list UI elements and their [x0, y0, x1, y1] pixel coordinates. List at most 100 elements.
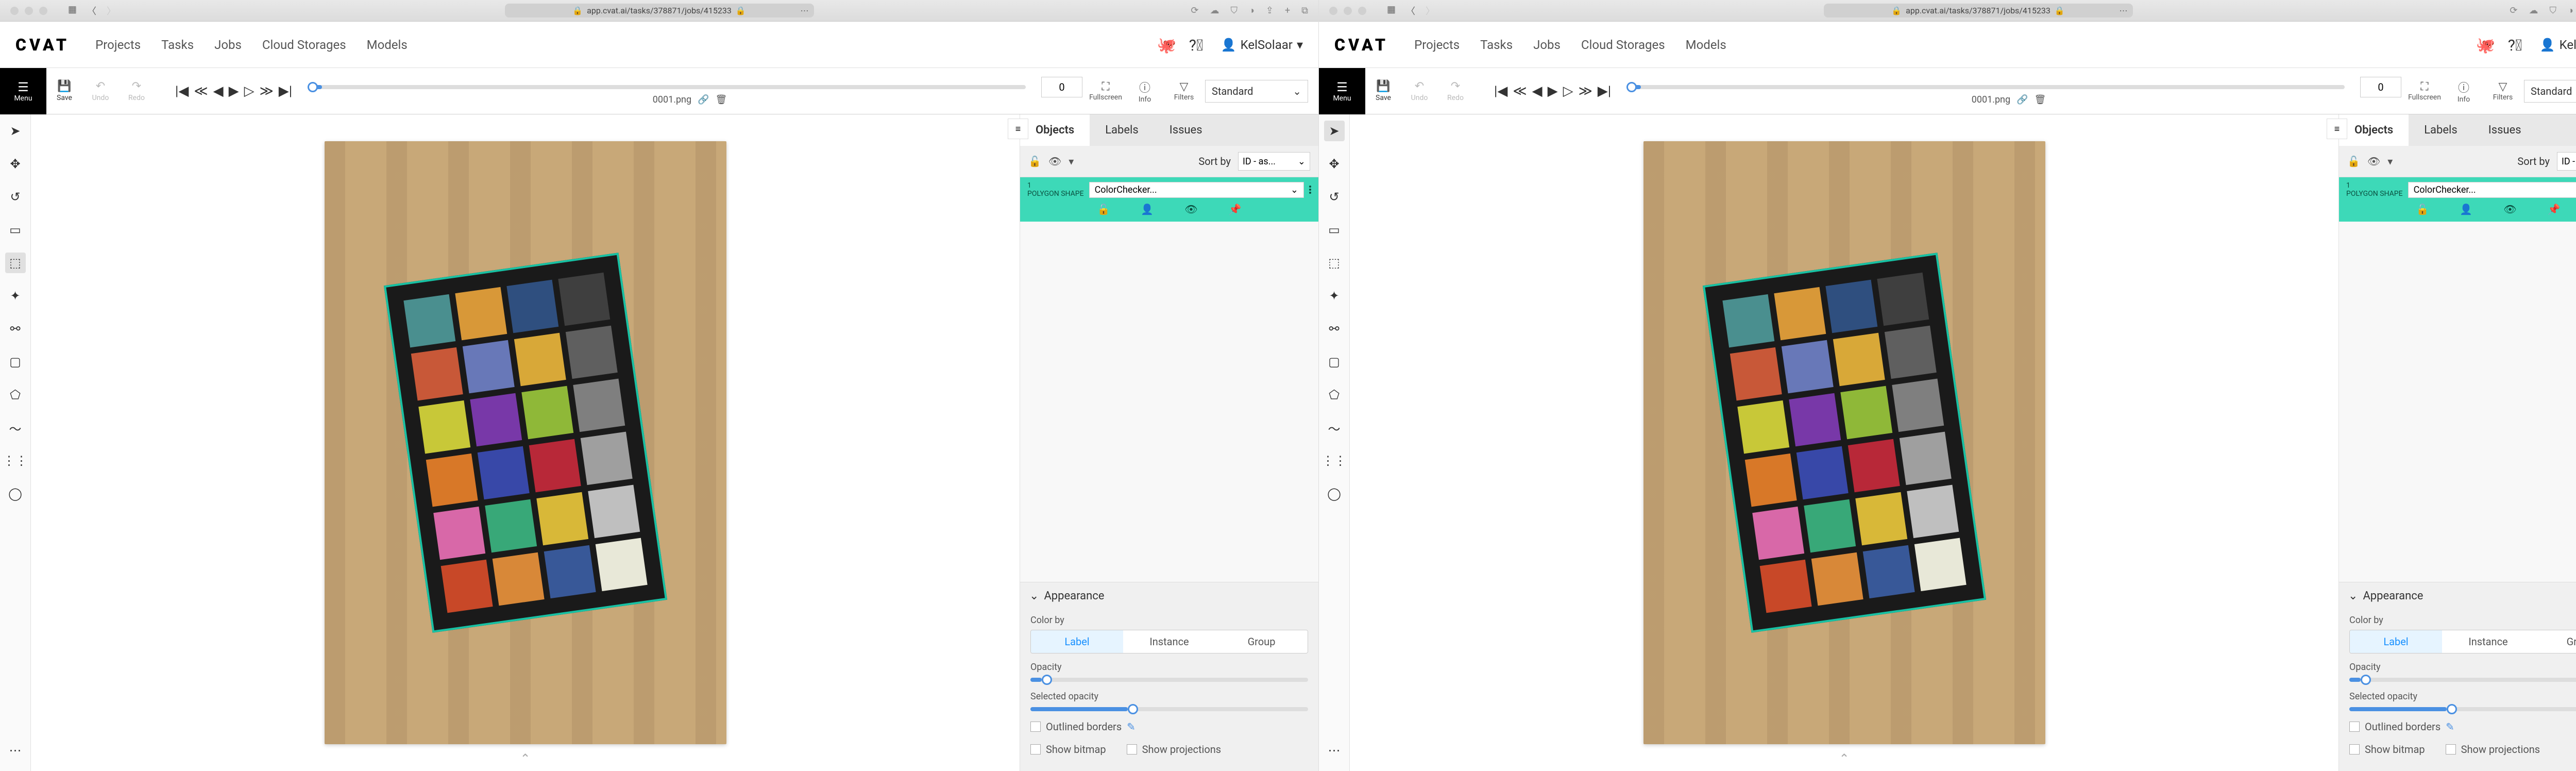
sidebar-collapse-icon[interactable]: ≡: [2327, 119, 2347, 139]
play-icon[interactable]: ▶: [1548, 83, 1558, 99]
github-icon[interactable]: 🐙: [2476, 37, 2493, 53]
fullscreen-button[interactable]: ⛶Fullscreen: [1088, 80, 1124, 102]
workspace-select[interactable]: Standard⌄: [2524, 80, 2576, 103]
more-tool[interactable]: ⋯: [1324, 740, 1345, 761]
more-tool[interactable]: ⋯: [5, 740, 26, 761]
polygon-tool[interactable]: ⬠: [1324, 384, 1345, 405]
polygon-tool[interactable]: ⬠: [5, 384, 26, 405]
color-by-group[interactable]: Group: [2534, 630, 2576, 653]
obj-pin-icon[interactable]: 📌: [1229, 203, 1242, 215]
tabs-icon[interactable]: ⧉: [1301, 5, 1308, 16]
tab-objects[interactable]: Objects: [1020, 114, 1090, 146]
object-label-select[interactable]: ColorChecker...⌄: [1089, 182, 1304, 198]
tab-objects[interactable]: Objects: [2339, 114, 2409, 146]
obj-user-icon[interactable]: 👤: [1141, 203, 1154, 215]
sort-select[interactable]: ID - as...⌄: [2557, 152, 2576, 171]
url-menu-icon[interactable]: ⋯: [801, 6, 809, 15]
object-label-select[interactable]: ColorChecker...⌄: [2408, 182, 2576, 198]
nav-models[interactable]: Models: [1686, 38, 1726, 52]
region-tool[interactable]: ⬚: [1324, 253, 1345, 273]
undo-button[interactable]: ↶Undo: [82, 80, 118, 102]
cloud-icon[interactable]: ☁: [2529, 5, 2538, 16]
color-by-group[interactable]: Group: [1215, 630, 1308, 653]
cloud-icon[interactable]: ☁: [1210, 5, 1219, 16]
prev-frame-icon[interactable]: ◀: [1532, 83, 1543, 99]
user-menu[interactable]: 👤 KelSolaar ▾: [1221, 38, 1303, 52]
prev-step-icon[interactable]: ≪: [1513, 83, 1527, 99]
projections-checkbox[interactable]: [2446, 744, 2456, 755]
outlined-checkbox[interactable]: [1030, 722, 1041, 732]
color-by-segment[interactable]: Label Instance Group: [1030, 630, 1308, 653]
frame-slider[interactable]: [1626, 85, 2345, 89]
add-icon[interactable]: +: [1285, 5, 1290, 16]
reader-icon[interactable]: ◑: [2568, 5, 2573, 16]
obj-visibility-icon[interactable]: 👁: [1184, 203, 1197, 215]
obj-pin-icon[interactable]: 📌: [2548, 203, 2561, 215]
rectangle-tool[interactable]: ▢: [5, 351, 26, 372]
shield-icon[interactable]: ⛉: [1230, 5, 1238, 16]
first-frame-icon[interactable]: |◀: [175, 83, 189, 99]
menu-button[interactable]: ☰ Menu: [1319, 68, 1365, 114]
lock-all-icon[interactable]: 🔓: [1028, 155, 1041, 167]
rotate-tool[interactable]: ↺: [1324, 187, 1345, 207]
last-frame-icon[interactable]: ▶|: [279, 83, 292, 99]
hide-all-icon[interactable]: 👁: [2367, 155, 2380, 167]
opacity-slider[interactable]: [2349, 678, 2576, 682]
selected-opacity-slider[interactable]: [1030, 707, 1308, 711]
appearance-header[interactable]: ⌄Appearance: [2339, 582, 2576, 610]
tab-labels[interactable]: Labels: [1090, 114, 1154, 146]
magic-tool[interactable]: ✦: [5, 286, 26, 306]
magic-tool[interactable]: ✦: [1324, 286, 1345, 306]
obj-visibility-icon[interactable]: 👁: [2503, 203, 2516, 215]
sort-select[interactable]: ID - as...⌄: [1238, 152, 1310, 171]
save-button[interactable]: 💾Save: [46, 80, 82, 102]
color-by-label[interactable]: Label: [1031, 630, 1123, 653]
next-frame-icon[interactable]: ▷: [244, 83, 255, 99]
reader-icon[interactable]: ◑: [1249, 5, 1255, 16]
ellipse-tool[interactable]: ◯: [1324, 483, 1345, 504]
move-tool[interactable]: ✥: [1324, 154, 1345, 174]
polyline-tool[interactable]: 〜: [1324, 417, 1345, 438]
next-step-icon[interactable]: ≫: [1579, 83, 1592, 99]
nav-tasks[interactable]: Tasks: [1480, 38, 1513, 52]
play-icon[interactable]: ▶: [229, 83, 239, 99]
filters-button[interactable]: ▽Filters: [2485, 80, 2521, 102]
color-by-segment[interactable]: Label Instance Group: [2349, 630, 2576, 653]
share-icon[interactable]: ⇪: [1266, 5, 1274, 16]
fit-tool[interactable]: ▭: [1324, 220, 1345, 240]
canvas[interactable]: ⌃: [31, 114, 1020, 771]
reload-icon[interactable]: ⟳: [2510, 5, 2517, 16]
appearance-header[interactable]: ⌄Appearance: [1020, 582, 1318, 610]
hide-all-icon[interactable]: 👁: [1048, 155, 1061, 167]
delete-frame-icon[interactable]: 🗑: [2035, 94, 2046, 105]
color-by-instance[interactable]: Instance: [2442, 630, 2534, 653]
cursor-tool[interactable]: ➤: [5, 121, 26, 141]
nav-jobs[interactable]: Jobs: [1533, 38, 1561, 52]
nav-projects[interactable]: Projects: [95, 38, 141, 52]
rectangle-tool[interactable]: ▢: [1324, 351, 1345, 372]
projections-checkbox[interactable]: [1127, 744, 1137, 755]
nav-projects[interactable]: Projects: [1414, 38, 1460, 52]
info-button[interactable]: ⓘInfo: [2446, 79, 2482, 104]
edit-icon[interactable]: ✎: [2446, 720, 2454, 733]
points-tool[interactable]: ⋮⋮: [5, 450, 26, 471]
nav-models[interactable]: Models: [367, 38, 408, 52]
nav-cloud[interactable]: Cloud Storages: [1581, 38, 1665, 52]
nav-jobs[interactable]: Jobs: [214, 38, 242, 52]
expand-all-icon[interactable]: ▾: [2387, 155, 2393, 167]
expand-icon[interactable]: ⌃: [1839, 751, 1849, 766]
save-button[interactable]: 💾Save: [1365, 80, 1401, 102]
ellipse-tool[interactable]: ◯: [5, 483, 26, 504]
first-frame-icon[interactable]: |◀: [1494, 83, 1507, 99]
shield-icon[interactable]: ⛉: [2549, 5, 2556, 16]
workspace-select[interactable]: Standard⌄: [1205, 80, 1308, 103]
link-icon[interactable]: 🔗: [2016, 94, 2028, 105]
redo-button[interactable]: ↷Redo: [1437, 80, 1473, 102]
tab-issues[interactable]: Issues: [2473, 114, 2537, 146]
window-controls[interactable]: [1329, 7, 1366, 15]
user-menu[interactable]: 👤 KelSolaar ▾: [2540, 38, 2576, 52]
obj-user-icon[interactable]: 👤: [2460, 203, 2472, 215]
object-item[interactable]: 1 POLYGON SHAPE ColorChecker...⌄ 🔓 👤 👁 📌: [1020, 177, 1318, 222]
lock-all-icon[interactable]: 🔓: [2347, 155, 2360, 167]
bitmap-checkbox[interactable]: [2349, 744, 2360, 755]
